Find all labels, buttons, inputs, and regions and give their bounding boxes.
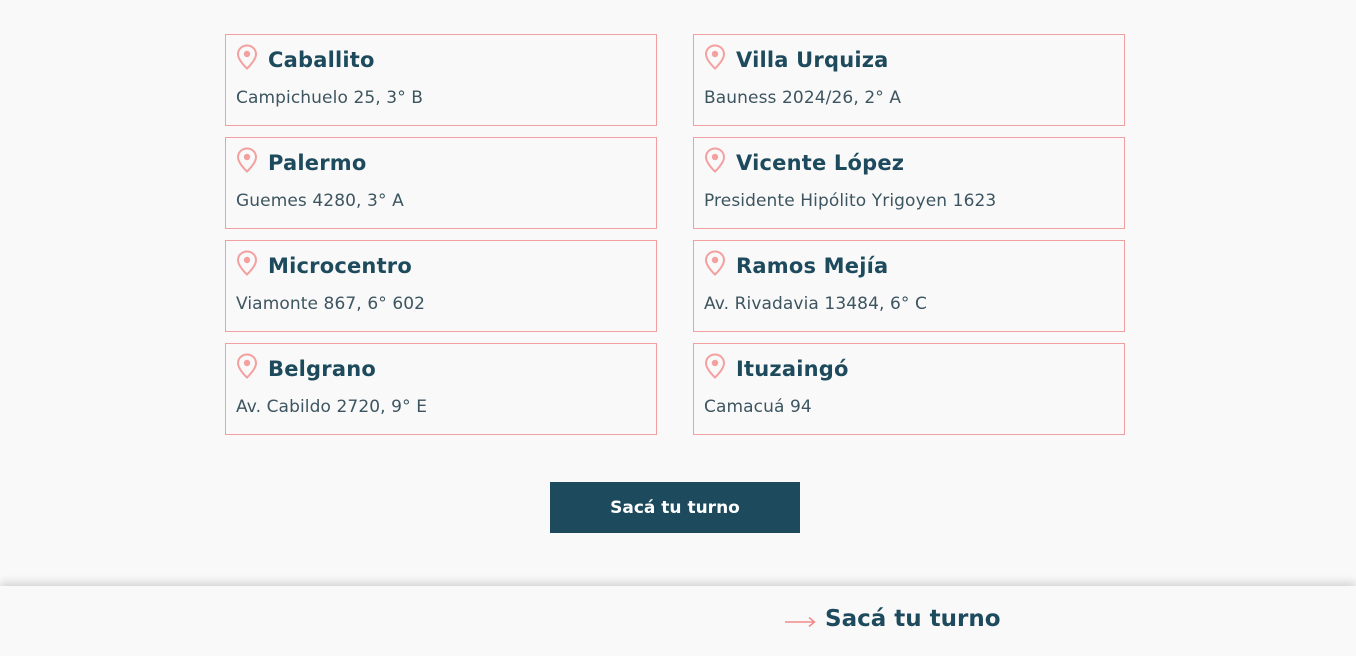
- location-name: Microcentro: [268, 254, 412, 278]
- map-pin-icon: [236, 250, 258, 276]
- footer-book-appointment-link[interactable]: Sacá tu turno: [784, 606, 1001, 632]
- map-pin-icon: [236, 353, 258, 379]
- location-card-palermo[interactable]: Palermo Guemes 4280, 3° A: [225, 137, 657, 229]
- location-card-caballito[interactable]: Caballito Campichuelo 25, 3° B: [225, 34, 657, 126]
- book-appointment-button[interactable]: Sacá tu turno: [550, 482, 800, 533]
- location-address: Campichuelo 25, 3° B: [236, 88, 424, 108]
- location-address: Av. Rivadavia 13484, 6° C: [704, 294, 927, 314]
- location-name: Vicente López: [736, 151, 905, 175]
- sticky-footer-bar: Sacá tu turno: [0, 586, 1356, 656]
- location-card-microcentro[interactable]: Microcentro Viamonte 867, 6° 602: [225, 240, 657, 332]
- location-address: Viamonte 867, 6° 602: [236, 294, 426, 314]
- location-card-header: Palermo: [236, 138, 646, 182]
- map-pin-icon: [704, 353, 726, 379]
- location-address: Camacuá 94: [704, 397, 812, 417]
- arrow-right-icon: [784, 615, 816, 628]
- location-name: Belgrano: [268, 357, 376, 381]
- location-card-vicente-lopez[interactable]: Vicente López Presidente Hipólito Yrigoy…: [693, 137, 1125, 229]
- location-card-header: Microcentro: [236, 241, 646, 285]
- map-pin-icon: [704, 147, 726, 173]
- location-card-header: Villa Urquiza: [704, 35, 1114, 79]
- map-pin-icon: [704, 250, 726, 276]
- location-name: Caballito: [268, 48, 375, 72]
- location-card-header: Ramos Mejía: [704, 241, 1114, 285]
- location-card-header: Ituzaingó: [704, 344, 1114, 388]
- location-card-header: Caballito: [236, 35, 646, 79]
- location-address: Bauness 2024/26, 2° A: [704, 88, 902, 108]
- location-address: Presidente Hipólito Yrigoyen 1623: [704, 191, 997, 211]
- location-card-ituzaingo[interactable]: Ituzaingó Camacuá 94: [693, 343, 1125, 435]
- map-pin-icon: [236, 44, 258, 70]
- location-address: Av. Cabildo 2720, 9° E: [236, 397, 428, 417]
- map-pin-icon: [704, 44, 726, 70]
- location-address: Guemes 4280, 3° A: [236, 191, 404, 211]
- location-card-villa-urquiza[interactable]: Villa Urquiza Bauness 2024/26, 2° A: [693, 34, 1125, 126]
- locations-grid: Caballito Campichuelo 25, 3° B Villa Urq…: [225, 34, 1125, 435]
- location-card-ramos-mejia[interactable]: Ramos Mejía Av. Rivadavia 13484, 6° C: [693, 240, 1125, 332]
- location-card-header: Belgrano: [236, 344, 646, 388]
- location-name: Ituzaingó: [736, 357, 849, 381]
- location-name: Villa Urquiza: [736, 48, 889, 72]
- location-card-header: Vicente López: [704, 138, 1114, 182]
- location-name: Ramos Mejía: [736, 254, 889, 278]
- map-pin-icon: [236, 147, 258, 173]
- location-name: Palermo: [268, 151, 367, 175]
- location-card-belgrano[interactable]: Belgrano Av. Cabildo 2720, 9° E: [225, 343, 657, 435]
- footer-link-label: Sacá tu turno: [825, 606, 1001, 632]
